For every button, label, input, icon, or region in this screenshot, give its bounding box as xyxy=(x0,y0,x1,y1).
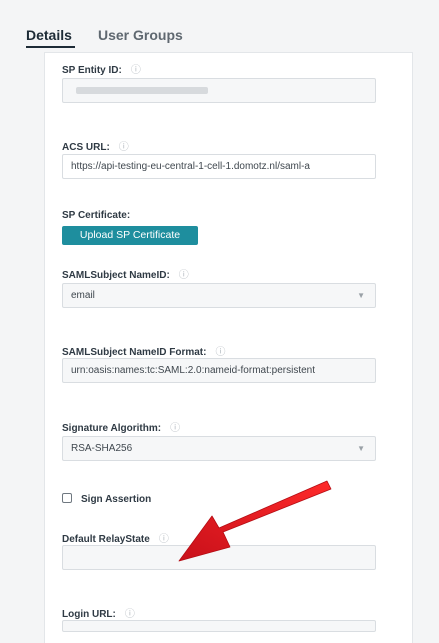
red-arrow-annotation xyxy=(178,480,332,562)
arrow-shape xyxy=(178,480,332,562)
